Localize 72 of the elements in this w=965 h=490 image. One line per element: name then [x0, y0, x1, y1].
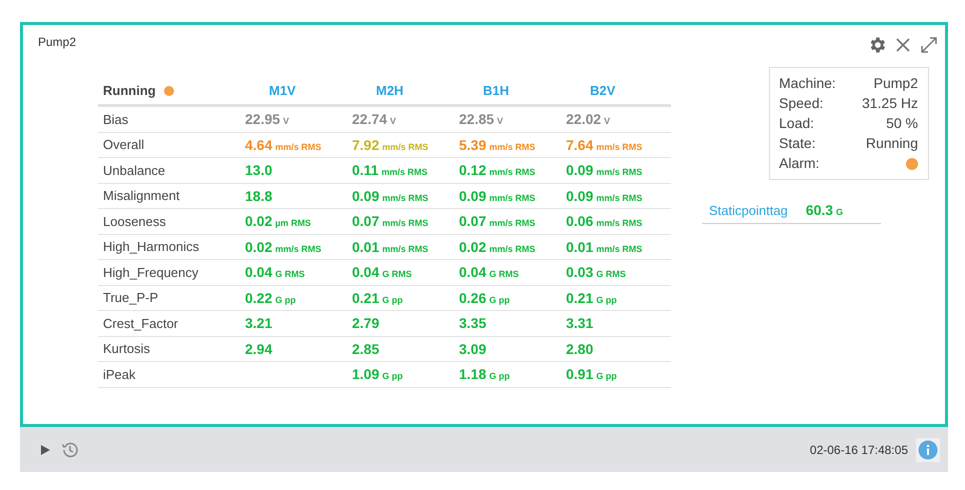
- column-header: M2H: [376, 83, 404, 98]
- reading: 0.07 mm/s RMS: [459, 213, 536, 230]
- row-label: Overall: [103, 137, 144, 152]
- reading: 3.09: [459, 340, 486, 357]
- reading: 0.01 mm/s RMS: [566, 238, 642, 255]
- reading: 0.22 G pp: [245, 290, 296, 306]
- column-header: M1V: [269, 83, 296, 98]
- reading: 2.79: [352, 315, 380, 332]
- reading: 18.8: [245, 188, 272, 204]
- reading: 0.01 mm/s RMS: [352, 238, 428, 255]
- reading: 22.95 V: [245, 111, 290, 128]
- reading: 3.31: [566, 315, 594, 332]
- timestamp: 02-06-16 17:48:05: [810, 442, 908, 456]
- reading: 0.09 mm/s RMS: [352, 188, 428, 204]
- reading: 3.21: [245, 315, 272, 332]
- reading: 0.07 mm/s RMS: [352, 213, 428, 230]
- reading: 13.0: [245, 162, 272, 178]
- panel-title: Pump2: [38, 35, 76, 49]
- reading: 0.04 G RMS: [245, 264, 305, 280]
- state-label: Running: [103, 83, 156, 98]
- reading: 2.94: [245, 340, 272, 357]
- reading: 1.18 G pp: [459, 366, 510, 382]
- info-label: State:: [779, 135, 817, 151]
- reading: 0.02 mm/s RMS: [459, 238, 536, 255]
- reading: 7.92 mm/s RMS: [352, 136, 428, 153]
- info-value: 50 %: [885, 115, 918, 131]
- info-label: Alarm:: [779, 155, 820, 171]
- reading: 0.11 mm/s RMS: [352, 162, 428, 178]
- reading: 1.09 G pp: [352, 366, 403, 382]
- row-label: Unbalance: [103, 162, 166, 178]
- info-value: 31.25 Hz: [862, 95, 918, 111]
- row-label: High_Harmonics: [103, 239, 200, 254]
- reading: 0.09 mm/s RMS: [459, 188, 536, 204]
- column-header: B2V: [590, 83, 616, 98]
- row-label: Bias: [103, 112, 128, 127]
- row-label: True_P-P: [103, 290, 158, 306]
- row-label: Crest_Factor: [103, 316, 178, 331]
- info-label: Machine:: [779, 75, 837, 91]
- reading: 0.91 G pp: [566, 366, 617, 382]
- reading: 2.85: [352, 340, 380, 357]
- row-label: Kurtosis: [103, 341, 150, 356]
- reading: 0.02 mm/s RMS: [245, 238, 322, 255]
- reading: 22.74 V: [352, 111, 396, 128]
- info-label: Load:: [779, 115, 816, 131]
- reading: 0.21 G pp: [566, 290, 617, 306]
- reading: 2.80: [566, 340, 594, 357]
- reading: 0.03 G RMS: [566, 264, 626, 280]
- reading: 0.26 G pp: [459, 290, 510, 306]
- reading: 22.02 V: [566, 111, 610, 128]
- static-point-link[interactable]: Staticpointtag: [709, 203, 788, 218]
- column-header: B1H: [483, 83, 510, 98]
- reading: 5.39 mm/s RMS: [459, 136, 536, 153]
- reading: 22.85 V: [459, 111, 504, 128]
- info-value: Pump2: [872, 75, 918, 91]
- reading: 0.04 G RMS: [352, 264, 412, 280]
- row-label: Looseness: [103, 214, 166, 229]
- row-label: High_Frequency: [103, 264, 198, 280]
- reading: 0.09 mm/s RMS: [566, 188, 642, 204]
- reading: 0.09 mm/s RMS: [566, 162, 642, 178]
- reading: 0.12 mm/s RMS: [459, 162, 536, 178]
- reading: 3.35: [459, 315, 486, 332]
- reading: 7.64 mm/s RMS: [566, 136, 642, 153]
- info-label: Speed:: [779, 95, 824, 111]
- reading: 4.64 mm/s RMS: [245, 136, 322, 153]
- row-label: iPeak: [103, 366, 136, 382]
- info-value: Running: [864, 135, 918, 151]
- row-label: Misalignment: [103, 188, 180, 204]
- reading: 0.04 G RMS: [459, 264, 519, 280]
- reading: 0.06 mm/s RMS: [566, 213, 642, 230]
- static-point-value: 60.3 G: [806, 202, 844, 218]
- reading: 0.02 µm RMS: [245, 213, 311, 230]
- reading: 0.21 G pp: [352, 290, 403, 306]
